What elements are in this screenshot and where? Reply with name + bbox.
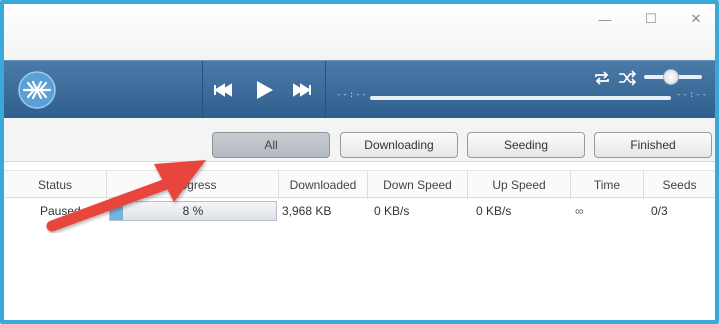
- shuffle-icon[interactable]: [617, 69, 637, 87]
- seek-slider[interactable]: [370, 96, 671, 100]
- column-status[interactable]: Status: [4, 171, 107, 199]
- column-downloaded[interactable]: Downloaded: [279, 171, 368, 199]
- table-header: Status Progress Downloaded Down Speed Up…: [4, 170, 715, 199]
- status-cell: Paused: [40, 204, 81, 218]
- remaining-time: --:--: [676, 90, 709, 100]
- column-down-speed[interactable]: Down Speed: [368, 171, 468, 199]
- close-icon: ✕: [690, 11, 702, 26]
- play-icon[interactable]: [251, 77, 277, 103]
- table-row[interactable]: Paused 8 % 3,968 KB 0 KB/s 0 KB/s ∞ 0/3: [4, 198, 715, 224]
- column-progress[interactable]: Progress: [107, 171, 279, 199]
- repeat-icon[interactable]: [592, 69, 612, 87]
- media-player-bar: --:-- --:--: [4, 60, 715, 119]
- seeds-cell: 0/3: [651, 204, 668, 218]
- filter-downloading-button[interactable]: Downloading: [340, 132, 458, 158]
- up-speed-cell: 0 KB/s: [476, 204, 512, 218]
- title-bar: — ☐ ✕: [4, 4, 715, 60]
- toolbar-divider: [325, 61, 326, 119]
- toolbar-divider: [202, 61, 203, 119]
- volume-knob[interactable]: [663, 69, 679, 85]
- progress-bar: 8 %: [109, 201, 277, 221]
- filter-seeding-button[interactable]: Seeding: [467, 132, 585, 158]
- filter-all-button[interactable]: All: [212, 132, 330, 158]
- maximize-icon: ☐: [645, 11, 657, 26]
- close-button[interactable]: ✕: [681, 10, 711, 28]
- next-track-icon[interactable]: [289, 77, 315, 103]
- minimize-button[interactable]: —: [590, 10, 620, 28]
- column-time[interactable]: Time: [571, 171, 644, 199]
- frostwire-logo-icon[interactable]: [18, 71, 56, 109]
- time-cell: ∞: [575, 204, 584, 218]
- downloaded-cell: 3,968 KB: [282, 204, 332, 218]
- column-seeds[interactable]: Seeds: [644, 171, 715, 199]
- elapsed-time: --:--: [336, 90, 369, 100]
- transfers-table: Status Progress Downloaded Down Speed Up…: [4, 162, 715, 320]
- app-window: — ☐ ✕ --:-- --:-- All Downloading Seedin…: [0, 0, 719, 324]
- previous-track-icon[interactable]: [210, 77, 236, 103]
- filter-finished-button[interactable]: Finished: [594, 132, 712, 158]
- column-up-speed[interactable]: Up Speed: [468, 171, 571, 199]
- maximize-button[interactable]: ☐: [636, 10, 666, 28]
- progress-text: 8 %: [182, 204, 204, 218]
- down-speed-cell: 0 KB/s: [374, 204, 410, 218]
- minimize-icon: —: [598, 11, 612, 27]
- transfer-filter-bar: All Downloading Seeding Finished: [4, 118, 715, 162]
